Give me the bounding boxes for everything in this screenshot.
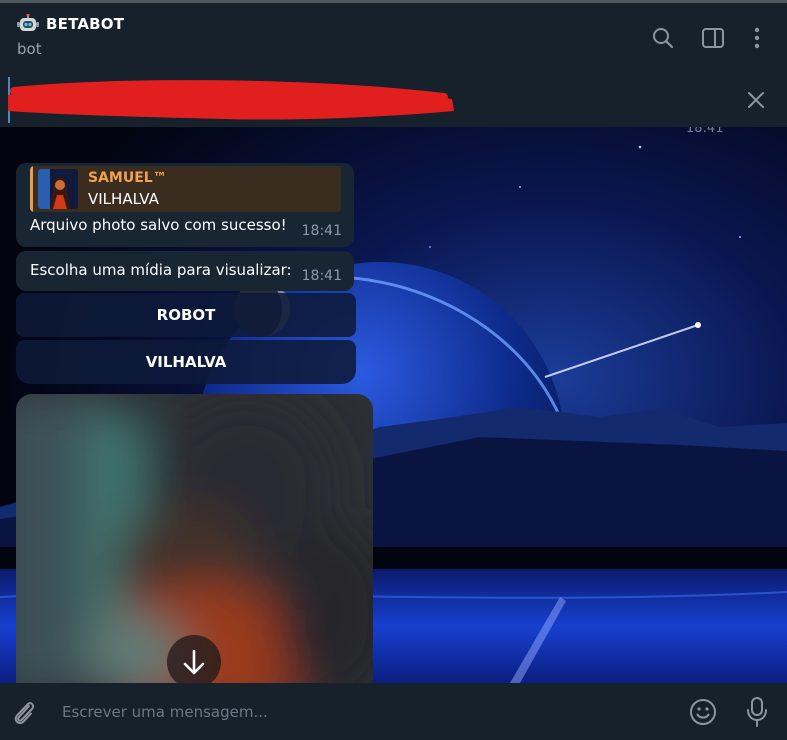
sidebar-toggle-icon[interactable] <box>700 25 726 51</box>
redaction-scribble <box>8 80 454 120</box>
reply-thumbnail <box>38 169 78 209</box>
message-text: Arquivo photo salvo com sucesso! <box>30 216 287 234</box>
inline-button-vilhalva[interactable]: VILHALVA <box>16 340 356 384</box>
message-bubble[interactable]: SAMUEL™ VILHALVA Arquivo photo salvo com… <box>16 163 354 247</box>
robot-icon <box>17 14 39 31</box>
reply-text: VILHALVA <box>88 190 159 208</box>
message-text: Escolha uma mídia para visualizar: <box>30 261 292 279</box>
microphone-icon[interactable] <box>745 696 769 728</box>
message-bubble[interactable]: Escolha uma mídia para visualizar: 18:41 <box>16 251 354 291</box>
more-vertical-icon[interactable] <box>744 25 770 51</box>
paperclip-icon[interactable] <box>10 697 38 727</box>
scroll-down-button[interactable] <box>167 635 221 683</box>
emoji-icon[interactable] <box>688 697 718 727</box>
close-icon[interactable] <box>745 89 767 111</box>
reply-preview[interactable]: SAMUEL™ VILHALVA <box>30 166 341 212</box>
inline-button-robot[interactable]: ROBOT <box>16 293 356 337</box>
message-time: 18:41 <box>301 223 342 239</box>
message-time: 18:41 <box>301 268 342 284</box>
reply-author: SAMUEL™ <box>88 170 167 186</box>
chat-title[interactable]: BETABOT <box>46 15 124 33</box>
pinned-time-partial: 18:41 <box>686 127 724 136</box>
chat-area[interactable]: 18:41 SAMUEL™ VILHALVA Arquivo photo sal… <box>0 127 787 683</box>
pinned-message-bar[interactable] <box>0 69 787 127</box>
chat-subtitle: bot <box>17 40 42 58</box>
message-composer <box>0 683 787 740</box>
chat-header[interactable]: BETABOT bot <box>0 3 787 69</box>
message-input[interactable] <box>50 693 670 731</box>
reply-accent-bar <box>30 166 33 212</box>
arrow-down-icon <box>183 649 205 675</box>
search-icon[interactable] <box>650 25 676 51</box>
